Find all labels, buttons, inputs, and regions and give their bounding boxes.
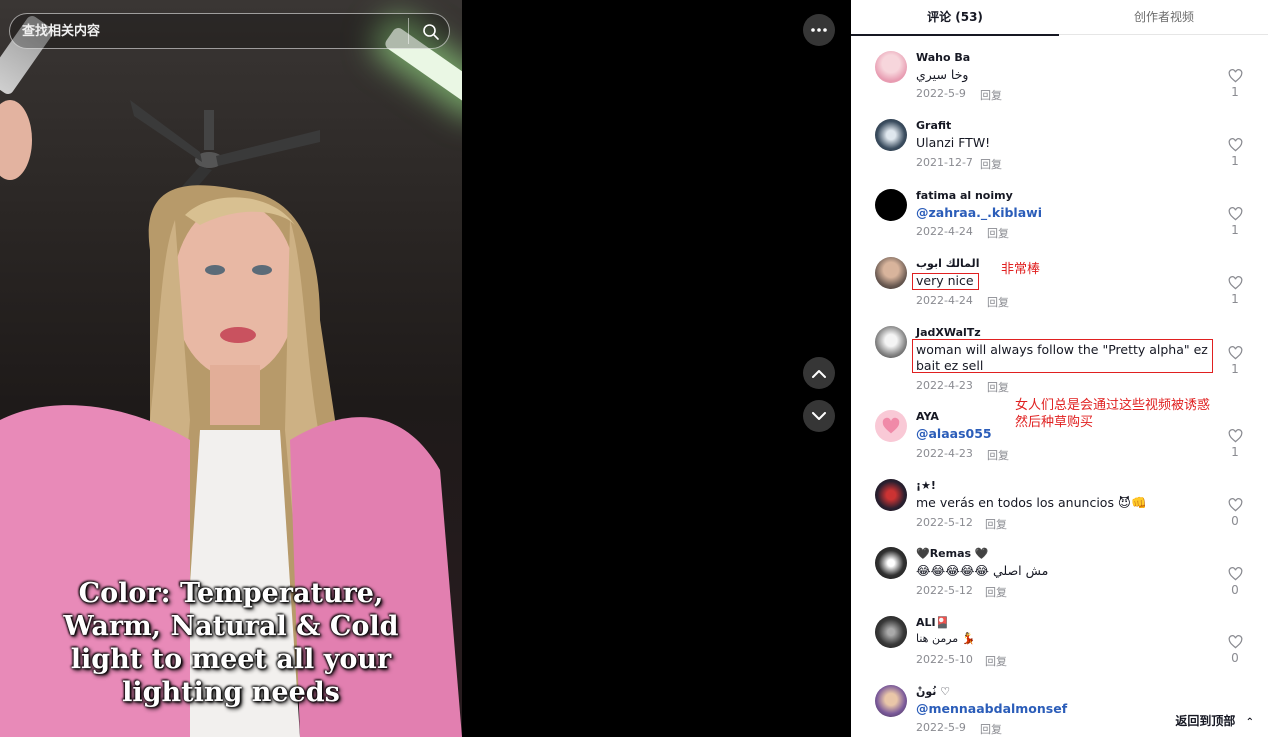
avatar[interactable] [875,479,907,511]
avatar[interactable] [875,547,907,579]
chevron-up-icon [812,369,826,378]
annotation-box-woman [912,339,1213,373]
reply-button[interactable]: 回复 [980,156,1002,172]
heart-icon [1228,138,1242,152]
comment-text: me verás en todos los anuncios 😈👊 [916,495,1147,510]
heart-avatar-icon [882,417,900,434]
like-count: 1 [1231,362,1239,376]
search-bar [9,13,450,49]
search-button[interactable] [415,16,447,48]
comment-date: 2022-5-9 [916,87,966,100]
comment-username[interactable]: ¡★! [916,479,936,492]
comment-date: 2021-12-7 [916,156,973,169]
reply-button[interactable]: 回复 [980,721,1002,737]
heart-icon [1228,207,1242,221]
reply-button[interactable]: 回复 [985,653,1007,669]
annotation-box-very-nice [912,273,979,290]
heart-icon [1228,346,1242,360]
search-input[interactable] [22,14,402,48]
comment-date: 2022-4-24 [916,225,973,238]
heart-icon [1228,429,1242,443]
video-player[interactable]: Color: Temperature, Warm, Natural & Cold… [0,0,462,737]
like-count: 1 [1231,85,1239,99]
avatar[interactable] [875,326,907,358]
reply-button[interactable]: 回复 [987,294,1009,310]
comments-panel: 评论 (53) 创作者视频 Waho Ba وخا سيري 2022-5-9 … [851,0,1268,737]
comment-text: مرمن هنا 💃 [916,632,976,645]
reply-button[interactable]: 回复 [987,447,1009,463]
avatar[interactable] [875,257,907,289]
avatar[interactable] [875,119,907,151]
tab-creator-videos[interactable]: 创作者视频 [1060,0,1268,35]
avatar[interactable] [875,189,907,221]
like-count: 0 [1231,651,1239,665]
comment-date: 2022-5-10 [916,653,973,666]
heart-icon [1228,635,1242,649]
comment-username[interactable]: 🖤Remas 🖤 [916,547,989,560]
reply-button[interactable]: 回复 [985,516,1007,532]
back-to-top-button[interactable]: 返回到顶部 ⌃ [1167,709,1262,733]
heart-icon [1228,69,1242,83]
reply-button[interactable]: 回复 [987,379,1009,395]
tab-comments[interactable]: 评论 (53) [851,0,1059,36]
double-chevron-up-icon: ⌃ [1245,717,1254,728]
heart-icon [1228,498,1242,512]
comment-username[interactable]: Waho Ba [916,51,970,64]
reply-button[interactable]: 回复 [987,225,1009,241]
like-count: 1 [1231,445,1239,459]
comment-username[interactable]: المالك ابوب [916,257,979,270]
heart-icon [1228,276,1242,290]
next-video-button[interactable] [803,400,835,432]
panel-tabs: 评论 (53) 创作者视频 [851,0,1268,36]
comment-username[interactable]: AYA [916,410,939,423]
avatar[interactable] [875,51,907,83]
search-divider [408,18,409,44]
avatar[interactable] [875,616,907,648]
annotation-woman-line2: 然后种草购买 [1015,415,1094,430]
comment-username[interactable]: Grafit [916,119,951,132]
previous-video-button[interactable] [803,357,835,389]
comment-username[interactable]: ALI🎴 [916,616,949,629]
reply-button[interactable]: 回复 [985,584,1007,600]
like-count: 0 [1231,583,1239,597]
video-caption: Color: Temperature, Warm, Natural & Cold… [63,578,399,708]
comment-mention-link[interactable]: @alaas055 [916,426,992,441]
comment-username[interactable]: نُونْ ♡ [916,685,950,698]
annotation-woman-line1: 女人们总是会通过这些视频被诱惑 [1015,398,1211,413]
heart-icon [1228,567,1242,581]
more-options-button[interactable] [803,14,835,46]
comment-username[interactable]: fatima al noimy [916,189,1013,202]
back-to-top-label: 返回到顶部 [1175,714,1236,728]
like-count: 0 [1231,514,1239,528]
comment-date: 2022-5-12 [916,584,973,597]
annotation-very-nice: 非常棒 [1001,262,1041,277]
more-horizontal-icon [811,28,827,32]
avatar[interactable] [875,685,907,717]
comment-text: وخا سيري [916,67,969,82]
comment-date: 2022-5-9 [916,721,966,734]
comment-text: 😂😂😂😂😂 مش اصلي [916,563,1049,578]
comment-text: Ulanzi FTW! [916,135,991,150]
search-icon [423,24,439,40]
comment-date: 2022-4-24 [916,294,973,307]
reply-button[interactable]: 回复 [980,87,1002,103]
like-count: 1 [1231,292,1239,306]
comment-username[interactable]: JadXWalTz [916,326,981,339]
comment-date: 2022-4-23 [916,379,973,392]
video-area: Color: Temperature, Warm, Natural & Cold… [0,0,851,737]
comment-mention-link[interactable]: @mennaabdalmonsef [916,701,1067,716]
comment-mention-link[interactable]: @zahraa._.kiblawi [916,205,1042,220]
avatar[interactable] [875,410,907,442]
comment-date: 2022-5-12 [916,516,973,529]
comment-date: 2022-4-23 [916,447,973,460]
like-count: 1 [1231,154,1239,168]
like-count: 1 [1231,223,1239,237]
chevron-down-icon [812,411,826,420]
